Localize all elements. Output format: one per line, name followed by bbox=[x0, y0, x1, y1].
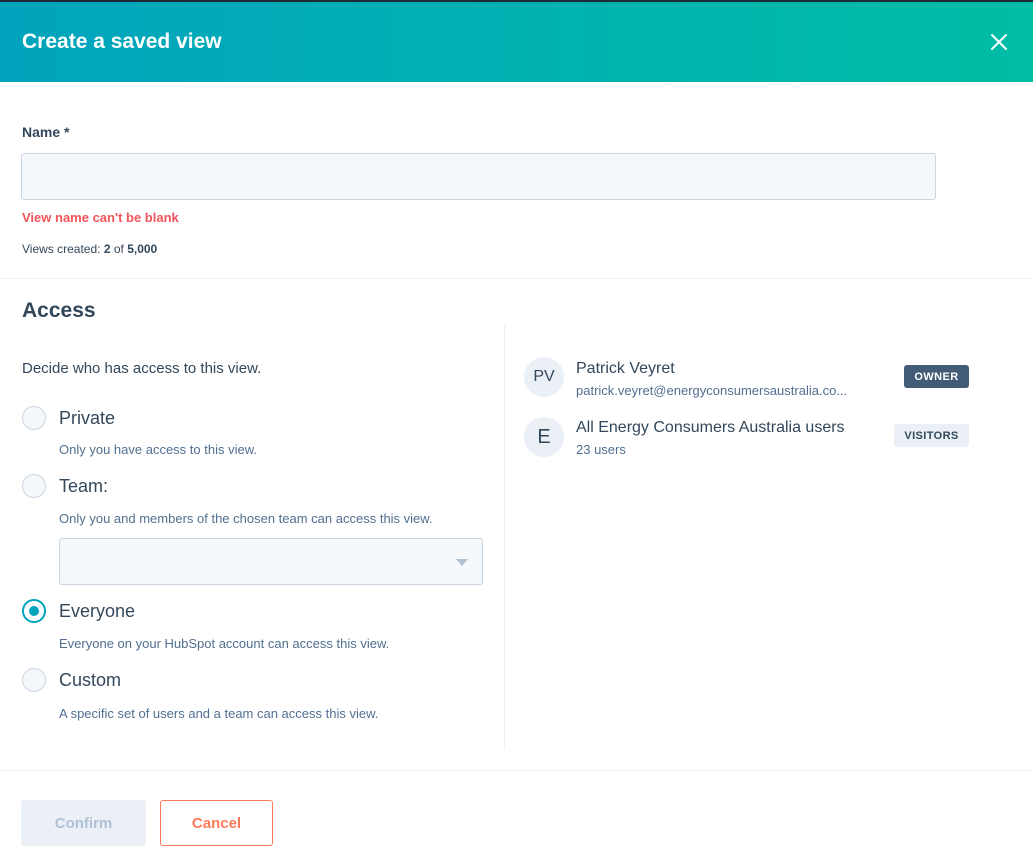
radio-everyone-label[interactable]: Everyone bbox=[59, 601, 135, 622]
views-created-count: Views created: 2 of 5,000 bbox=[22, 242, 157, 256]
owner-badge: OWNER bbox=[904, 365, 969, 388]
radio-custom-label[interactable]: Custom bbox=[59, 670, 121, 691]
radio-team-help: Only you and members of the chosen team … bbox=[59, 511, 433, 526]
radio-custom-help: A specific set of users and a team can a… bbox=[59, 706, 379, 721]
access-heading: Access bbox=[22, 299, 96, 322]
avatar: E bbox=[524, 417, 564, 457]
views-created-prefix: Views created: bbox=[22, 242, 104, 256]
views-created-limit: 5,000 bbox=[127, 242, 158, 256]
avatar: PV bbox=[524, 357, 564, 397]
chevron-down-icon bbox=[456, 559, 468, 566]
radio-everyone-help: Everyone on your HubSpot account can acc… bbox=[59, 636, 390, 651]
name-error-message: View name can't be blank bbox=[22, 210, 179, 225]
cancel-button[interactable]: Cancel bbox=[160, 800, 273, 846]
access-description: Decide who has access to this view. bbox=[22, 360, 262, 377]
footer-divider bbox=[0, 770, 1033, 771]
modal-header: Create a saved view bbox=[0, 0, 1033, 82]
radio-private-label[interactable]: Private bbox=[59, 408, 115, 429]
visitors-badge: VISITORS bbox=[894, 424, 969, 447]
radio-everyone[interactable] bbox=[22, 599, 46, 623]
member-email: patrick.veyret@energyconsumersaustralia.… bbox=[576, 383, 848, 398]
member-name: All Energy Consumers Australia users bbox=[576, 419, 845, 436]
confirm-button[interactable]: Confirm bbox=[21, 800, 146, 846]
views-created-of: of bbox=[110, 242, 128, 256]
radio-custom[interactable] bbox=[22, 668, 46, 692]
modal-title: Create a saved view bbox=[22, 30, 222, 53]
name-label: Name * bbox=[22, 124, 70, 140]
team-select-dropdown[interactable] bbox=[59, 538, 483, 585]
views-created-value: 2 bbox=[103, 242, 111, 256]
close-icon[interactable] bbox=[987, 30, 1011, 54]
radio-private[interactable] bbox=[22, 406, 46, 430]
name-input[interactable] bbox=[21, 153, 936, 200]
member-name: Patrick Veyret bbox=[576, 360, 675, 377]
section-divider bbox=[0, 278, 1033, 279]
radio-team-label[interactable]: Team: bbox=[59, 476, 108, 497]
member-user-count: 23 users bbox=[576, 442, 626, 457]
column-divider bbox=[504, 325, 505, 750]
radio-private-help: Only you have access to this view. bbox=[59, 442, 257, 457]
radio-team[interactable] bbox=[22, 474, 46, 498]
